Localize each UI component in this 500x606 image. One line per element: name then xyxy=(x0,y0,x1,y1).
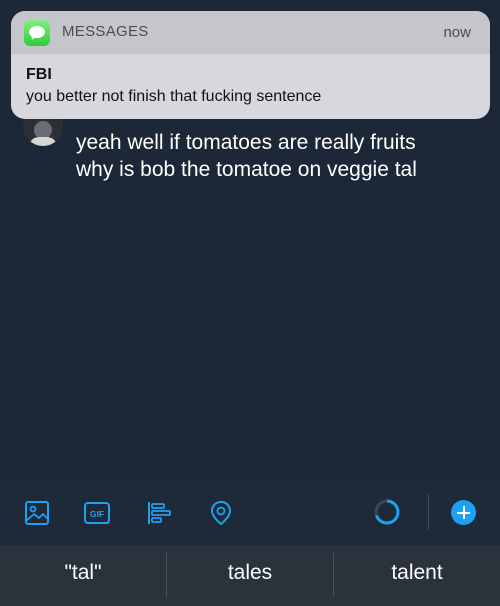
messages-app-icon xyxy=(24,20,50,46)
keyboard-suggestion-bar: "tal" tales talent xyxy=(0,545,500,606)
plus-icon-vertical xyxy=(462,506,465,519)
location-icon[interactable] xyxy=(207,499,235,527)
poll-icon[interactable] xyxy=(145,499,173,527)
compose-toolbar: GIF xyxy=(0,480,500,545)
notification-app-name: MESSAGES xyxy=(62,23,149,40)
avatar-shirt xyxy=(29,137,57,146)
gif-icon[interactable]: GIF xyxy=(83,499,111,527)
suggestion-item[interactable]: tales xyxy=(167,545,333,606)
notification-time: now xyxy=(443,24,471,41)
suggestion-item[interactable]: "tal" xyxy=(0,545,166,606)
gif-label: GIF xyxy=(90,509,104,519)
notification-sender: FBI xyxy=(26,66,52,83)
message-notification-banner[interactable]: MESSAGES now FBI you better not finish t… xyxy=(11,11,490,119)
character-count-ring-icon xyxy=(373,498,401,526)
speech-bubble-tail xyxy=(29,33,37,42)
notification-message: you better not finish that fucking sente… xyxy=(26,88,322,105)
add-tweet-button[interactable] xyxy=(451,500,476,525)
suggestion-item[interactable]: talent xyxy=(334,545,500,606)
image-icon[interactable] xyxy=(23,499,51,527)
toolbar-divider xyxy=(428,494,429,530)
tweet-compose-text[interactable]: yeah well if tomatoes are really fruits … xyxy=(76,129,486,183)
